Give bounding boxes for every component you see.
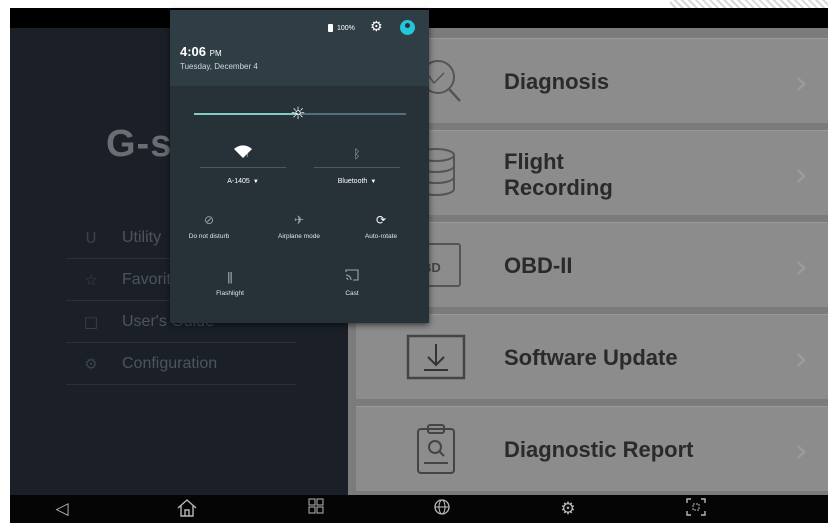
divider (314, 167, 400, 168)
chevron-right-icon: › (794, 155, 808, 195)
app-logo: G-s (106, 123, 173, 165)
divider (200, 167, 286, 168)
bluetooth-label[interactable]: Bluetooth ▼ (314, 178, 400, 185)
bluetooth-tile[interactable]: ᛒ Bluetooth ▼ (314, 145, 400, 185)
battery-percent: 100% (337, 24, 355, 32)
user-avatar-icon[interactable] (400, 20, 415, 35)
quick-settings-panel: 4:06 PM Tuesday, December 4 100% ⚙ ☼ ! A… (170, 10, 429, 323)
chevron-right-icon: › (794, 339, 808, 379)
quick-settings-header: 4:06 PM Tuesday, December 4 100% ⚙ (170, 10, 429, 86)
tile-label: Airplane mode (278, 233, 320, 240)
bluetooth-icon: ᛒ (353, 147, 361, 161)
card-label: Software Update (504, 345, 678, 370)
tile-label: Do not disturb (188, 233, 230, 240)
card-label: Flight Recording (504, 149, 613, 200)
menu-item-label: Favorit (122, 270, 171, 288)
card-diagnostic-report[interactable]: Diagnostic Report › (356, 406, 828, 491)
flashlight-icon: ǁ (227, 270, 233, 284)
tile-do-not-disturb[interactable]: ⊘ Do not disturb (174, 211, 244, 240)
battery-status[interactable]: 100% (328, 24, 355, 32)
utility-icon: U (85, 228, 97, 247)
menu-item-label: Utility (122, 228, 162, 246)
screenshot-icon[interactable] (684, 498, 708, 520)
book-icon: □ (83, 312, 99, 331)
chevron-right-icon: › (794, 63, 808, 103)
svg-text:!: ! (246, 152, 248, 159)
wifi-tile[interactable]: ! A-1405 ▼ (200, 145, 286, 185)
clock[interactable]: 4:06 PM (180, 44, 222, 59)
card-label: Diagnosis (504, 69, 610, 94)
clipboard-report-icon (404, 421, 468, 477)
tile-label: Flashlight (216, 290, 244, 297)
navigation-bar: ◁ ⚙ (10, 495, 828, 523)
recent-apps-icon[interactable] (304, 498, 328, 520)
settings-icon[interactable]: ⚙ (370, 19, 383, 35)
tile-label: Auto-rotate (364, 233, 398, 240)
home-icon[interactable] (175, 498, 199, 520)
auto-rotate-icon: ⟳ (375, 213, 387, 227)
menu-item-label: Configuration (122, 354, 218, 372)
brightness-fill (194, 113, 298, 115)
chevron-right-icon: › (794, 247, 808, 287)
card-software-update[interactable]: Software Update › (356, 314, 828, 399)
settings-gear-icon[interactable]: ⚙ (556, 498, 580, 520)
card-label: OBD-II (504, 253, 573, 278)
globe-icon[interactable] (430, 498, 454, 520)
do-not-disturb-icon: ⊘ (203, 213, 215, 227)
brightness-icon[interactable]: ☼ (288, 104, 308, 124)
cast-icon (317, 268, 387, 286)
download-icon (404, 329, 468, 385)
tile-cast[interactable]: Cast (317, 268, 387, 297)
battery-icon (328, 24, 333, 32)
card-label: Diagnostic Report (504, 437, 694, 462)
wifi-icon: ! (200, 145, 286, 163)
wifi-label[interactable]: A-1405 ▼ (200, 178, 286, 185)
chevron-right-icon: › (794, 431, 808, 471)
tile-flashlight[interactable]: ǁ Flashlight (195, 268, 265, 297)
airplane-icon: ✈ (293, 213, 305, 227)
back-icon[interactable]: ◁ (50, 498, 74, 520)
background-hatch (670, 0, 828, 8)
tile-label: Cast (345, 290, 359, 297)
tile-airplane-mode[interactable]: ✈ Airplane mode (264, 211, 334, 240)
star-icon: ☆ (84, 270, 98, 289)
settings-icon: ⚙ (84, 354, 98, 373)
clock-ampm: PM (209, 49, 222, 58)
tile-auto-rotate[interactable]: ⟳ Auto-rotate (346, 211, 416, 240)
menu-item-configuration[interactable]: ⚙ Configuration (66, 343, 296, 385)
date[interactable]: Tuesday, December 4 (180, 62, 258, 71)
